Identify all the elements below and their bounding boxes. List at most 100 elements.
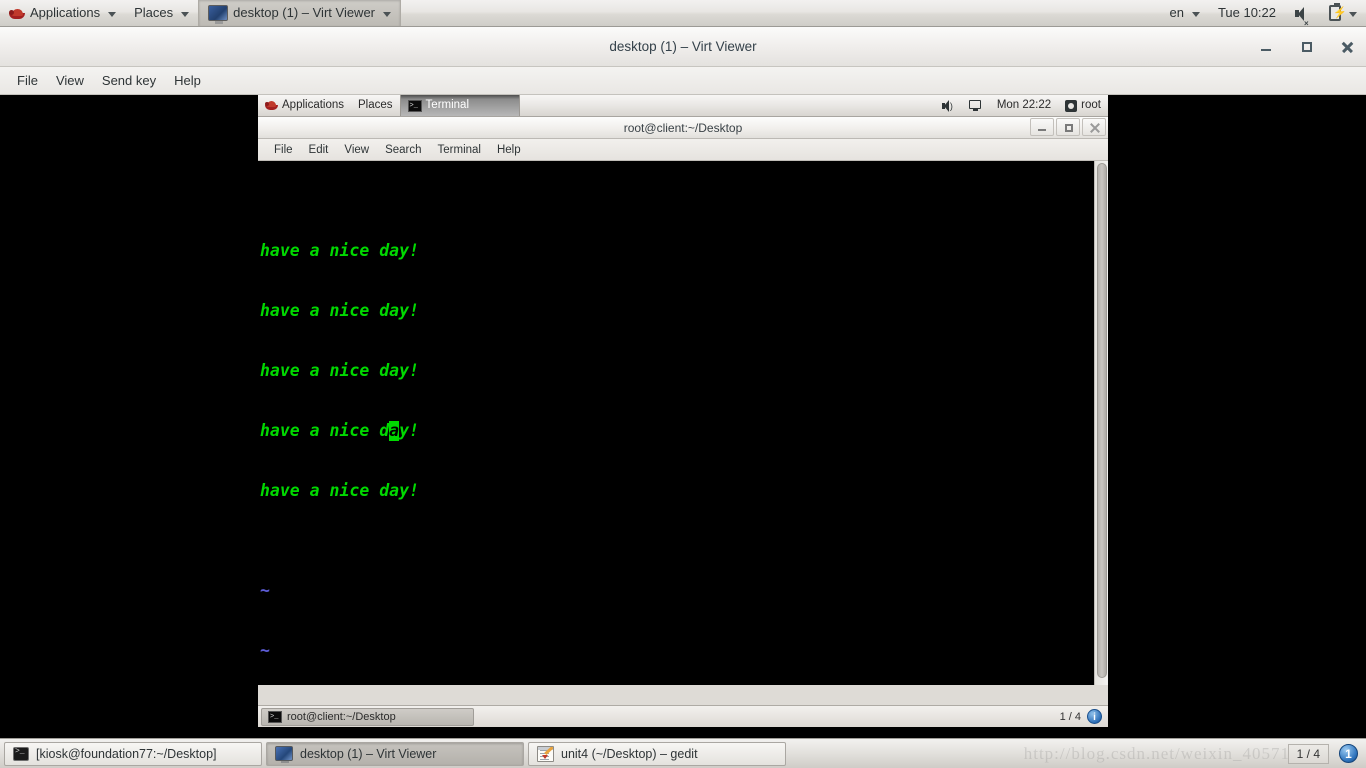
vim-empty-line: ~ (260, 641, 270, 660)
chevron-down-icon (181, 11, 190, 17)
guest-workspace-indicator[interactable]: 1 / 4 (1060, 711, 1081, 723)
guest-clock-label: Mon 22:22 (996, 99, 1052, 111)
guest-applications-label: Applications (282, 99, 345, 111)
monitor-icon (208, 5, 229, 24)
gedit-icon (537, 745, 554, 762)
terminal-maximize-button[interactable] (1056, 118, 1080, 136)
speaker-muted-icon: × (1294, 6, 1311, 28)
vim-empty-line: ~ (260, 581, 270, 600)
host-window-menu-label: desktop (1) – Virt Viewer (233, 5, 376, 20)
guest-volume-indicator[interactable]: ) (935, 95, 962, 116)
vim-screen[interactable]: have a nice day! have a nice day! have a… (258, 161, 1094, 685)
redhat-logo-icon (265, 100, 278, 112)
vim-cursor: a (389, 421, 400, 441)
guest-window-button-terminal[interactable]: >_ Terminal (399, 95, 520, 116)
close-button[interactable] (1338, 38, 1356, 56)
terminal-icon (13, 746, 29, 761)
chevron-down-icon (1349, 11, 1357, 17)
host-clock[interactable]: Tue 10:22 (1209, 0, 1285, 26)
guest-taskbar-right: 1 / 4 i (1060, 709, 1108, 724)
guest-user-label: root (1081, 99, 1101, 111)
host-top-panel: Applications Places desktop (1) – Virt V… (0, 0, 1366, 28)
guest-applications-menu[interactable]: Applications (258, 95, 351, 116)
battery-charging-icon: ⚡ (1329, 3, 1347, 21)
vim-line: have a nice day! (260, 481, 419, 500)
chevron-down-icon (1191, 11, 1200, 17)
menu-view[interactable]: View (47, 71, 93, 90)
user-icon (1065, 99, 1078, 112)
guest-user-menu[interactable]: root (1058, 95, 1108, 116)
terminal-title: root@client:~/Desktop (623, 120, 743, 135)
keyboard-layout-label: en (1169, 5, 1184, 20)
host-task-label: [kiosk@foundation77:~/Desktop] (36, 746, 217, 761)
menu-send-key[interactable]: Send key (93, 71, 165, 90)
terminal-window: root@client:~/Desktop File Edit View Sea… (258, 117, 1108, 705)
host-taskbar-right: 1 / 4 1 (1287, 743, 1366, 764)
host-taskbar: [kiosk@foundation77:~/Desktop] desktop (… (0, 738, 1366, 768)
guest-places-label: Places (358, 99, 393, 111)
virt-viewer-title: desktop (1) – Virt Viewer (609, 39, 757, 54)
chevron-down-icon (108, 11, 117, 17)
host-task-virt-viewer[interactable]: desktop (1) – Virt Viewer (266, 741, 524, 766)
info-badge-icon[interactable]: i (1087, 709, 1102, 724)
guest-clock[interactable]: Mon 22:22 (990, 95, 1058, 116)
battery-indicator[interactable]: ⚡ (1320, 0, 1366, 26)
terminal-menu-edit[interactable]: Edit (301, 143, 337, 157)
vim-line-with-cursor: have a nice day! (260, 421, 1094, 441)
terminal-body[interactable]: have a nice day! have a nice day! have a… (258, 161, 1108, 685)
guest-network-indicator[interactable] (962, 95, 990, 116)
guest-window-button-label: Terminal (425, 99, 470, 111)
terminal-menu-help[interactable]: Help (489, 143, 529, 157)
vim-line-post: y! (399, 421, 419, 440)
host-task-label: desktop (1) – Virt Viewer (300, 746, 437, 761)
host-applications-menu[interactable]: Applications (0, 0, 125, 26)
terminal-minimize-button[interactable] (1030, 118, 1054, 136)
terminal-menubar: File Edit View Search Terminal Help (258, 139, 1108, 161)
guest-places-menu[interactable]: Places (351, 95, 400, 116)
terminal-icon: >_ (268, 710, 282, 723)
guest-desktop: Applications Places >_ Terminal ) Mon 22… (258, 95, 1108, 737)
volume-indicator[interactable]: × (1285, 0, 1320, 28)
host-applications-label: Applications (30, 5, 101, 20)
terminal-icon: >_ (407, 99, 422, 112)
terminal-menu-view[interactable]: View (336, 143, 377, 157)
minimize-button[interactable] (1258, 38, 1276, 56)
menu-file[interactable]: File (8, 71, 47, 90)
redhat-logo-icon (9, 6, 25, 21)
guest-task-label: root@client:~/Desktop (287, 710, 396, 723)
speaker-icon: ) (941, 99, 955, 112)
vim-line: have a nice day! (260, 361, 419, 380)
vim-line: have a nice day! (260, 241, 419, 260)
host-places-label: Places (134, 5, 174, 20)
terminal-menu-file[interactable]: File (266, 143, 301, 157)
vim-line-pre: have a nice d (260, 421, 390, 440)
terminal-titlebar[interactable]: root@client:~/Desktop (258, 117, 1108, 139)
terminal-window-controls (1028, 118, 1106, 136)
virt-viewer-titlebar[interactable]: desktop (1) – Virt Viewer (0, 27, 1366, 67)
guest-taskbar: >_ root@client:~/Desktop 1 / 4 i (258, 705, 1108, 727)
virt-viewer-guest-display[interactable]: Applications Places >_ Terminal ) Mon 22… (0, 95, 1366, 737)
guest-top-panel: Applications Places >_ Terminal ) Mon 22… (258, 95, 1108, 117)
keyboard-layout-indicator[interactable]: en (1160, 0, 1208, 26)
terminal-scrollbar-thumb[interactable] (1097, 163, 1107, 678)
host-task-kiosk-terminal[interactable]: [kiosk@foundation77:~/Desktop] (4, 741, 262, 766)
terminal-menu-search[interactable]: Search (377, 143, 429, 157)
info-badge-icon[interactable]: 1 (1339, 744, 1358, 763)
host-task-gedit[interactable]: unit4 (~/Desktop) – gedit (528, 741, 786, 766)
host-workspace-indicator[interactable]: 1 / 4 (1287, 743, 1329, 764)
host-clock-label: Tue 10:22 (1217, 5, 1276, 20)
monitor-icon (275, 746, 293, 763)
virt-viewer-menubar: File View Send key Help (0, 67, 1366, 95)
menu-help[interactable]: Help (165, 71, 210, 90)
host-places-menu[interactable]: Places (125, 0, 198, 26)
terminal-close-button[interactable] (1082, 118, 1106, 136)
maximize-button[interactable] (1298, 38, 1316, 56)
terminal-menu-terminal[interactable]: Terminal (430, 143, 489, 157)
host-window-menu-virt-viewer[interactable]: desktop (1) – Virt Viewer (198, 0, 402, 26)
virt-viewer-window-controls (1258, 27, 1356, 67)
guest-task-terminal[interactable]: >_ root@client:~/Desktop (261, 707, 474, 726)
screen-root: Applications Places desktop (1) – Virt V… (0, 0, 1366, 768)
virt-viewer-window: desktop (1) – Virt Viewer File View Send… (0, 27, 1366, 738)
network-icon (968, 99, 983, 112)
terminal-scrollbar[interactable] (1094, 161, 1108, 685)
